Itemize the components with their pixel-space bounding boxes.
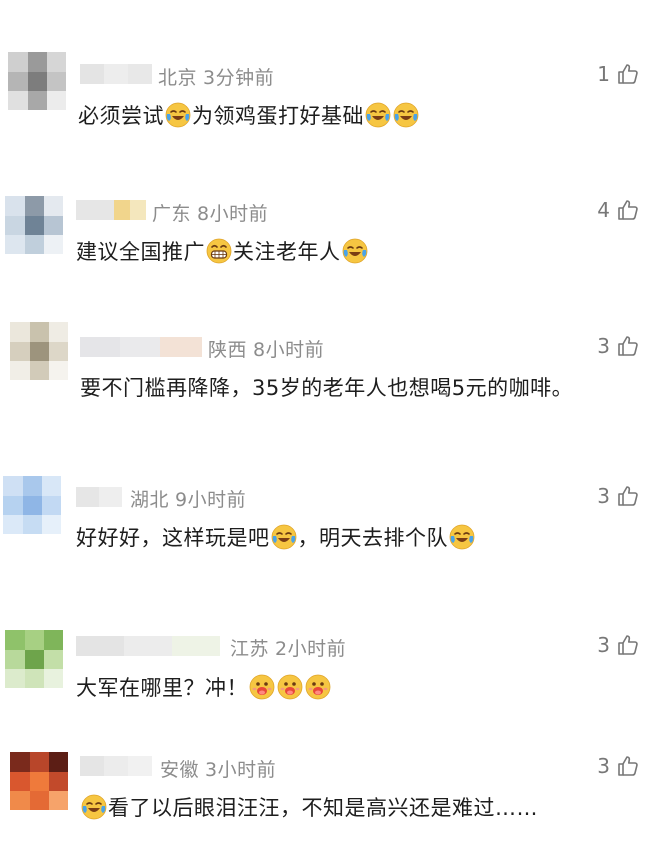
comment-text-segment: ，明天去排个队 xyxy=(297,526,448,550)
like-count: 3 xyxy=(597,754,610,778)
like-count: 4 xyxy=(597,198,610,222)
drool-emoji-icon xyxy=(305,674,331,700)
username-blurred[interactable] xyxy=(80,756,152,776)
username-blurred[interactable] xyxy=(80,64,152,84)
drool-emoji-icon xyxy=(277,674,303,700)
time-text: 3小时前 xyxy=(205,759,277,781)
laugh-cry-emoji-icon xyxy=(365,102,391,128)
like-count: 3 xyxy=(597,484,610,508)
thumbs-up-icon xyxy=(616,334,640,358)
laugh-cry-emoji-icon xyxy=(342,238,368,264)
location-text: 江苏 xyxy=(230,638,270,660)
comment-text: 大军在哪里？冲！ xyxy=(76,672,332,702)
avatar[interactable] xyxy=(10,752,68,810)
thumbs-up-icon xyxy=(616,62,640,86)
like-button[interactable]: 3 xyxy=(597,334,640,358)
time-text: 3分钟前 xyxy=(203,67,275,89)
comment-text-segment: 好好好，这样玩是吧 xyxy=(76,526,270,550)
comment-meta: 广东 8小时前 xyxy=(152,199,274,226)
like-count: 1 xyxy=(597,62,610,86)
like-button[interactable]: 3 xyxy=(597,754,640,778)
like-button[interactable]: 3 xyxy=(597,633,640,657)
comment-meta: 北京 3分钟前 xyxy=(158,63,280,90)
thumbs-up-icon xyxy=(616,754,640,778)
like-count: 3 xyxy=(597,633,610,657)
username-blurred[interactable] xyxy=(80,337,202,357)
thumbs-up-icon xyxy=(616,633,640,657)
like-button[interactable]: 1 xyxy=(597,62,640,86)
avatar[interactable] xyxy=(5,196,63,254)
laugh-cry-emoji-icon xyxy=(165,102,191,128)
thumbs-up-icon xyxy=(616,198,640,222)
time-text: 8小时前 xyxy=(253,339,325,361)
avatar[interactable] xyxy=(10,322,68,380)
avatar[interactable] xyxy=(5,630,63,688)
time-text: 9小时前 xyxy=(175,489,247,511)
like-count: 3 xyxy=(597,334,610,358)
time-text: 8小时前 xyxy=(197,203,269,225)
avatar[interactable] xyxy=(8,52,66,110)
location-text: 湖北 xyxy=(130,489,170,511)
comment-text-segment: 看了以后眼泪汪汪，不知是高兴还是难过…… xyxy=(108,796,538,820)
laugh-cry-emoji-icon xyxy=(81,794,107,820)
comment-text: 好好好，这样玩是吧 ，明天去排个队 xyxy=(76,522,476,552)
comment-text: 必须尝试 为领鸡蛋打好基础 xyxy=(78,100,420,130)
username-blurred[interactable] xyxy=(76,200,146,220)
location-text: 陕西 xyxy=(208,339,248,361)
comment-text-segment: 大军在哪里？冲！ xyxy=(76,676,248,700)
comment-text: 看了以后眼泪汪汪，不知是高兴还是难过…… xyxy=(80,792,538,822)
laugh-cry-emoji-icon xyxy=(271,524,297,550)
comment-text-segment: 关注老年人 xyxy=(233,240,341,264)
drool-emoji-icon xyxy=(249,674,275,700)
comment-text: 要不门槛再降降，35岁的老年人也想喝5元的咖啡。 xyxy=(80,372,573,402)
username-blurred[interactable] xyxy=(76,487,122,507)
like-button[interactable]: 4 xyxy=(597,198,640,222)
comment-meta: 陕西 8小时前 xyxy=(208,335,330,362)
grin-emoji-icon xyxy=(206,238,232,264)
thumbs-up-icon xyxy=(616,484,640,508)
location-text: 广东 xyxy=(152,203,192,225)
like-button[interactable]: 3 xyxy=(597,484,640,508)
time-text: 2小时前 xyxy=(275,638,347,660)
comment-meta: 江苏 2小时前 xyxy=(230,634,352,661)
username-blurred[interactable] xyxy=(76,636,220,656)
comment-text-segment: 必须尝试 xyxy=(78,104,164,128)
laugh-cry-emoji-icon xyxy=(449,524,475,550)
comment-meta: 安徽 3小时前 xyxy=(160,755,282,782)
comment-meta: 湖北 9小时前 xyxy=(130,485,252,512)
comment-text-segment: 建议全国推广 xyxy=(76,240,205,264)
location-text: 北京 xyxy=(158,67,198,89)
location-text: 安徽 xyxy=(160,759,200,781)
laugh-cry-emoji-icon xyxy=(393,102,419,128)
avatar[interactable] xyxy=(3,476,61,534)
comment-text-segment: 为领鸡蛋打好基础 xyxy=(192,104,364,128)
comment-text-segment: 要不门槛再降降，35岁的老年人也想喝5元的咖啡。 xyxy=(80,376,574,400)
comment-text: 建议全国推广 关注老年人 xyxy=(76,236,369,266)
